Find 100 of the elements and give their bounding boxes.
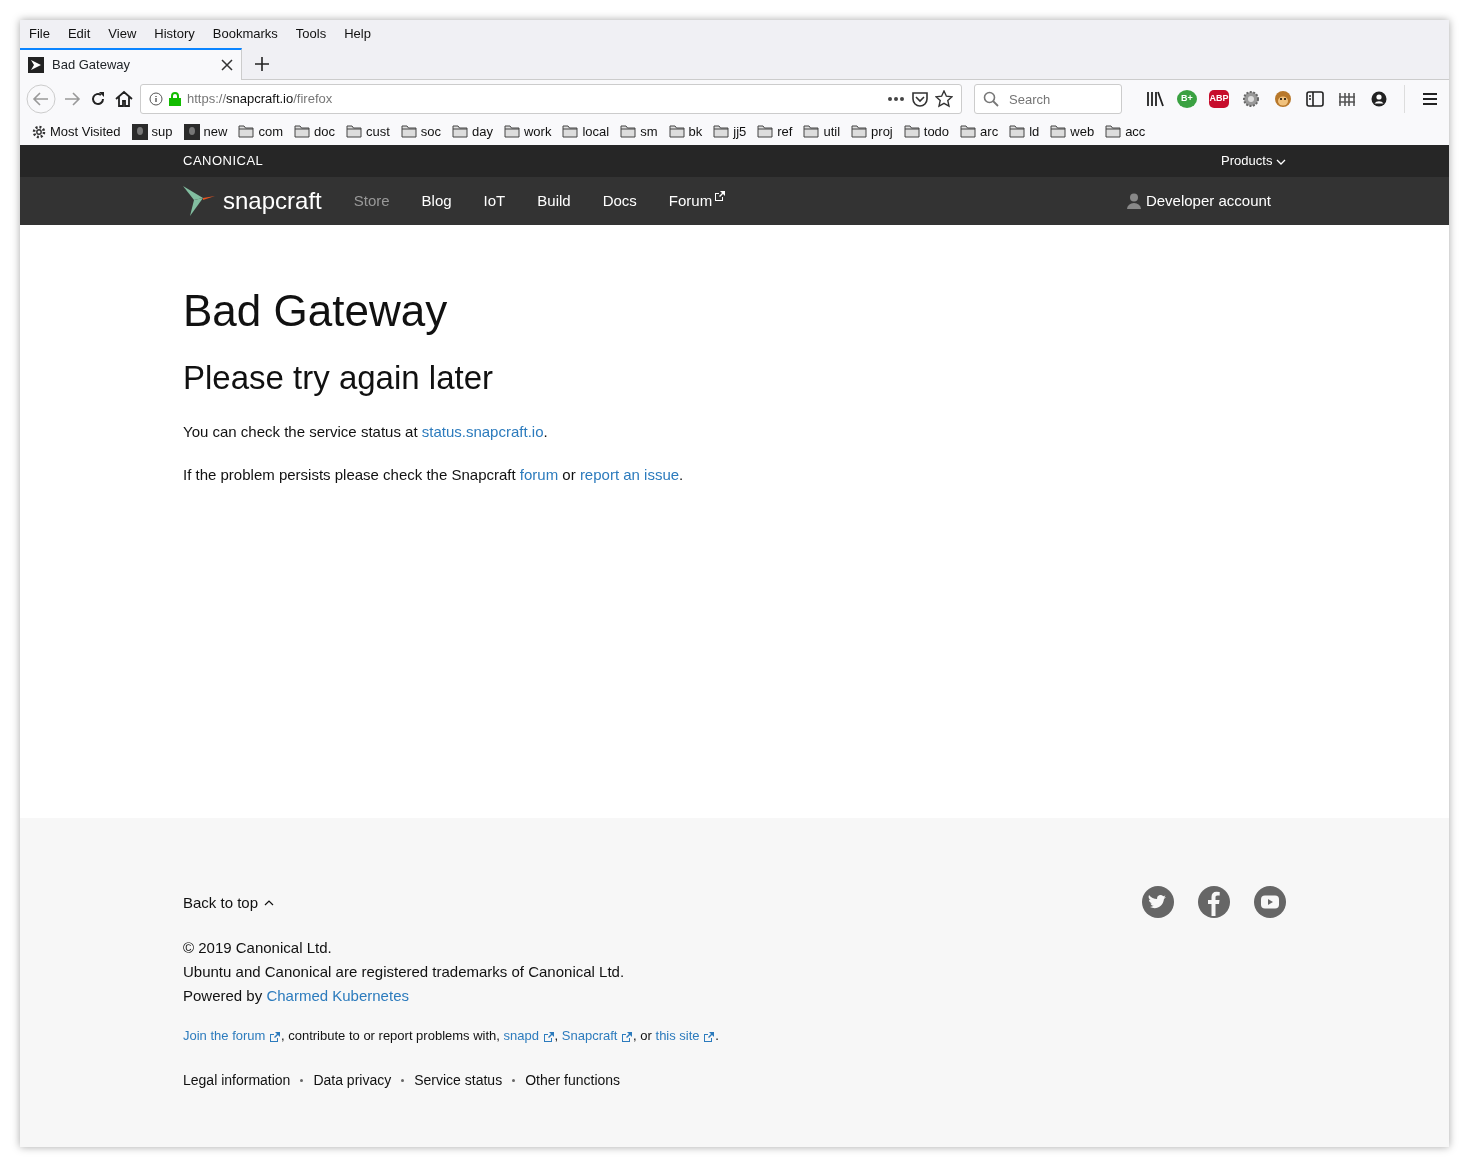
bookmark-link[interactable]: doc [313,121,335,142]
folder-icon [345,125,362,138]
bookmark-link[interactable]: todo [923,121,950,142]
sidebar-icon[interactable] [1306,91,1324,107]
favicon-icon [28,57,44,73]
bookmark-link[interactable]: work [524,121,552,142]
f-logo-icon[interactable] [1198,886,1230,918]
folder-icon [668,125,685,138]
info-icon [149,92,163,106]
bookmark-link[interactable]: cust [365,121,390,142]
bookmark-link[interactable]: arc [980,121,999,142]
text-link[interactable]: status.snapcraft.io [421,423,544,441]
bookmark-link[interactable]: new [203,121,228,142]
gear-icon [32,124,46,139]
play-icon[interactable] [1254,886,1286,918]
monkey-face-icon[interactable] [1274,90,1292,108]
thumbnail-icon [183,123,200,140]
menu-item[interactable]: Help [344,24,371,44]
nav-link[interactable]: Docs [602,189,637,213]
text-link[interactable]: Join the forum [183,1028,281,1043]
menu-icon[interactable] [1422,92,1438,106]
external-link-icon [269,1030,281,1043]
bookmark-link[interactable]: acc [1125,121,1146,142]
menu-item[interactable]: Tools [295,24,327,44]
account-link[interactable]: Developer account [1126,189,1271,213]
menu-item[interactable]: File [29,24,50,44]
external-link-icon [714,189,727,202]
bookmark-link[interactable]: soc [420,121,441,142]
bookmark-link[interactable]: bk [688,121,703,142]
bookmark-link[interactable]: web [1070,121,1095,142]
back-to-top-link[interactable]: Back to top [183,892,275,915]
nav-link[interactable]: Blog [421,189,452,213]
footer-link[interactable]: Data privacy [313,1069,392,1091]
menu-item[interactable]: Edit [67,24,91,44]
bookmark-link[interactable]: proj [871,121,893,142]
folder-icon [803,125,820,138]
footer-link[interactable]: Service status [414,1069,503,1091]
tab-title: Bad Gateway [52,56,132,75]
nav-link[interactable]: Build [537,189,571,213]
library-icon[interactable] [1146,91,1164,107]
thumbnail-icon [131,123,148,140]
chevron-down-icon [1276,158,1286,165]
nav-link[interactable]: Store [353,189,390,213]
footer-text: © 2019 Canonical Ltd. [183,938,333,958]
folder-icon [1050,125,1067,138]
star-icon[interactable] [935,90,953,108]
folder-icon [452,125,468,138]
snapcraft-logo[interactable]: snapcraft [223,183,322,219]
text-link[interactable]: Charmed Kubernetes [266,987,409,1004]
external-link-icon [542,1030,555,1043]
folder-icon [400,125,417,138]
external-link-icon [703,1030,716,1043]
bookmark-link[interactable]: sm [640,121,658,142]
gear-icon[interactable] [1242,90,1260,108]
nav-link[interactable]: IoT [483,189,506,213]
fence-icon[interactable] [1338,91,1356,107]
home-icon[interactable] [114,89,134,109]
menu-item[interactable]: Bookmarks [212,24,278,44]
footer-link[interactable]: Legal information [183,1069,291,1091]
bookmark-link[interactable]: util [823,121,841,142]
text-link[interactable]: forum [519,465,559,483]
bookmark-link[interactable]: ld [1029,121,1040,142]
folder-icon [620,125,637,138]
text-link[interactable]: Snapcraft [561,1028,634,1043]
bookmark-link[interactable]: local [582,121,610,142]
bookmark-link[interactable]: ref [777,121,793,142]
bookmark-link[interactable]: Most Visited [50,121,121,142]
new-tab-icon[interactable] [254,56,270,72]
folder-icon [903,125,920,138]
canonical-logo[interactable]: CANONICAL [183,151,264,171]
folder-icon [562,125,579,138]
search-field[interactable]: Search [974,84,1122,114]
menu-item[interactable]: History [154,24,195,44]
bird-logo-icon [183,186,215,216]
bookmark-link[interactable]: com [258,121,283,142]
separator-dot-icon [512,1078,516,1082]
text-link[interactable]: snapd [503,1028,555,1043]
footer-link[interactable]: Other functions [525,1069,621,1091]
extension-badge[interactable]: ABP [1209,90,1229,108]
footer-text: Powered by Charmed Kubernetes [183,986,410,1006]
products-menu[interactable]: Products [1221,151,1286,171]
close-icon[interactable] [221,59,233,71]
bookmark-link[interactable]: jj5 [733,121,747,142]
more-icon[interactable] [887,96,905,102]
person-icon [1126,193,1141,209]
shield-icon[interactable] [911,91,929,107]
folder-icon [504,125,520,138]
bookmark-link[interactable]: day [472,121,493,142]
bookmark-link[interactable]: sup [151,121,173,142]
folder-icon [1009,125,1026,138]
nav-link[interactable]: Forum [668,189,727,213]
account-icon[interactable] [1371,91,1387,107]
address-bar[interactable]: https://snapcraft.io/firefox [140,84,962,114]
folder-icon [238,125,255,138]
text-link[interactable]: report an issue [579,465,680,483]
bird-icon[interactable] [1142,886,1174,918]
folder-icon [293,125,310,138]
text-link[interactable]: this site [655,1028,716,1043]
browser-tab[interactable]: Bad Gateway [20,48,242,80]
menu-item[interactable]: View [108,24,137,44]
